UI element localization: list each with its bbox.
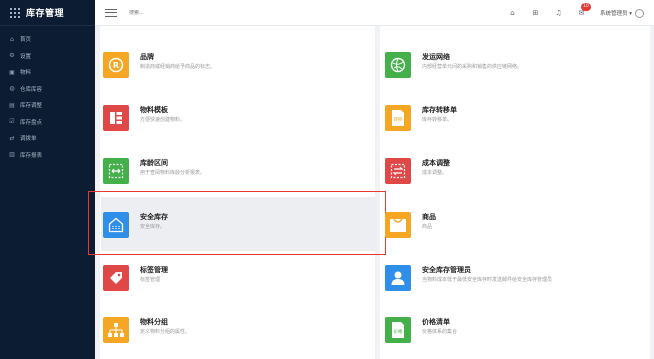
module-item[interactable]: 物料分组定义物料分组的属性。 (103, 317, 373, 359)
user-name: 系统管理员 ▾ (599, 11, 632, 17)
module-description: 制造商或经销商给予商品的标志。 (140, 64, 216, 70)
module-item[interactable]: 商品 商品 (385, 212, 654, 262)
module-item[interactable]: 发运网络内部经营单元间的采购和销售的供应链网络。 (385, 52, 654, 102)
module-name: 标签管理 (140, 266, 168, 274)
module-name: 安全库存管理员 (422, 266, 471, 274)
module-description: 标签管理 (140, 277, 161, 283)
notification-badge: 10 (580, 2, 591, 11)
sidebar-item-material[interactable]: ▣ 物料 (0, 64, 95, 81)
module-item[interactable]: 标签管理 标签管理 (103, 265, 373, 315)
module-name: 库龄区间 (140, 159, 168, 167)
module-description: 成本调整。 (422, 170, 448, 176)
module-description: 价格体系的集合 (422, 329, 458, 335)
cost-adjust-icon (385, 158, 411, 184)
check-icon: ☑ (9, 118, 15, 126)
module-name: 商品 (422, 213, 436, 221)
module-name: 物料分组 (140, 318, 168, 326)
svg-text:R: R (113, 61, 119, 70)
warehouse-icon: ◍ (9, 85, 15, 93)
search-input[interactable] (129, 9, 189, 16)
apps-grid-icon[interactable] (10, 7, 20, 18)
hamburger-menu-icon[interactable] (105, 8, 117, 17)
box-icon: ▣ (9, 68, 15, 76)
module-description: 当物料成本低于最低安全库存时发送邮件给安全库存管理员 (422, 277, 553, 283)
range-icon (103, 158, 129, 184)
sidebar-nav: ⌂ 首页 ⚙ 设置 ▣ 物料 ◍ 仓库库容 ▤ 库存调整 ☑ 库存盘点 ⇄ 调拨单 ▥ 库存报表 (0, 31, 95, 163)
sidebar-item-adjust[interactable]: ▤ 库存调整 (0, 97, 95, 114)
app-brand[interactable]: 库存管理 (0, 0, 95, 26)
registered-icon: R (103, 52, 129, 78)
person-icon (385, 265, 411, 291)
module-item[interactable]: R 品牌制造商或经销商给予商品的标志。 (103, 52, 373, 102)
bell-icon[interactable]: ♫ (554, 9, 563, 18)
template-icon (103, 105, 129, 131)
tag-icon (103, 265, 129, 291)
adjust-icon: ▤ (9, 101, 15, 109)
sidebar-item-warehouse[interactable]: ◍ 仓库库容 (0, 81, 95, 98)
module-name: 成本调整 (422, 159, 450, 167)
module-name: 库存转移单 (422, 106, 457, 114)
price-list-icon: 价格 (385, 317, 411, 343)
svg-text:转移: 转移 (394, 116, 403, 123)
module-item[interactable]: 安全库存 安全库存。 (103, 212, 373, 262)
module-item[interactable]: 物料模板方便快速创建物料。 (103, 105, 373, 155)
sidebar-item-transfer[interactable]: ⇄ 调拨单 (0, 130, 95, 147)
module-description: 用于查阅物料库龄分析报表。 (140, 170, 206, 176)
sidebar-item-report[interactable]: ▥ 库存报表 (0, 147, 95, 164)
apps-icon[interactable]: ⊞ (531, 9, 540, 18)
home-icon[interactable]: ⌂ (508, 9, 517, 18)
module-description: 库存转移单。 (422, 117, 453, 123)
sidebar-item-settings[interactable]: ⚙ 设置 (0, 48, 95, 65)
module-name: 物料模板 (140, 106, 168, 114)
top-bar: ⌂ ⊞ ♫ ✉10 系统管理员 ▾ (95, 0, 654, 26)
module-description: 内部经营单元间的采购和销售的供应链网络。 (422, 64, 523, 70)
sidebar-item-label: 首页 (20, 37, 32, 44)
sidebar-item-count[interactable]: ☑ 库存盘点 (0, 114, 95, 131)
org-chart-icon (103, 317, 129, 343)
module-item[interactable]: 成本调整 成本调整。 (385, 158, 654, 208)
sidebar-item-home[interactable]: ⌂ 首页 (0, 31, 95, 48)
globe-icon (385, 52, 411, 78)
module-name: 品牌 (140, 53, 154, 61)
transfer-doc-icon: 转移 (385, 105, 411, 131)
sidebar-item-label: 设置 (20, 53, 32, 60)
home-icon: ⌂ (10, 35, 14, 43)
report-icon: ▥ (9, 151, 15, 159)
module-description: 安全库存。 (140, 224, 166, 230)
module-name: 发运网络 (422, 53, 450, 61)
module-item[interactable]: 库龄区间用于查阅物料库龄分析报表。 (103, 158, 373, 208)
message-icon[interactable]: ✉ 10 (577, 2, 591, 18)
svg-text:价格: 价格 (394, 328, 403, 335)
top-icons: ⌂ ⊞ ♫ ✉ 10 系统管理员 ▾ (508, 0, 644, 26)
app-title: 库存管理 (26, 9, 65, 19)
sidebar-item-label: 库存调整 (20, 103, 43, 110)
sidebar-item-label: 仓库库容 (20, 86, 43, 93)
module-item[interactable]: 转移 库存转移单库存转移单。 (385, 105, 654, 155)
sidebar-item-label: 调拨单 (20, 136, 37, 143)
user-menu[interactable]: 系统管理员 ▾ (599, 8, 644, 18)
module-item[interactable]: 安全库存管理员当物料成本低于最低安全库存时发送邮件给安全库存管理员 (385, 265, 654, 315)
module-description: 商品 (422, 224, 433, 230)
sidebar-item-label: 物料 (20, 70, 32, 77)
module-name: 价格清单 (422, 318, 450, 326)
sidebar: 库存管理 ⌂ 首页 ⚙ 设置 ▣ 物料 ◍ 仓库库容 ▤ 库存调整 ☑ 库存盘点 ⇄ 调拨单 … (0, 0, 95, 359)
module-item[interactable]: 价格 价格清单价格体系的集合 (385, 317, 654, 359)
sidebar-item-label: 库存报表 (20, 152, 43, 159)
transfer-icon: ⇄ (9, 134, 15, 142)
bag-icon (385, 212, 411, 238)
safe-stock-icon (103, 212, 129, 238)
module-description: 方便快速创建物料。 (140, 117, 186, 123)
gear-icon: ⚙ (9, 52, 15, 60)
sidebar-item-label: 库存盘点 (20, 119, 43, 126)
module-name: 安全库存 (140, 213, 168, 221)
module-description: 定义物料分组的属性。 (140, 329, 191, 335)
avatar (635, 8, 644, 18)
